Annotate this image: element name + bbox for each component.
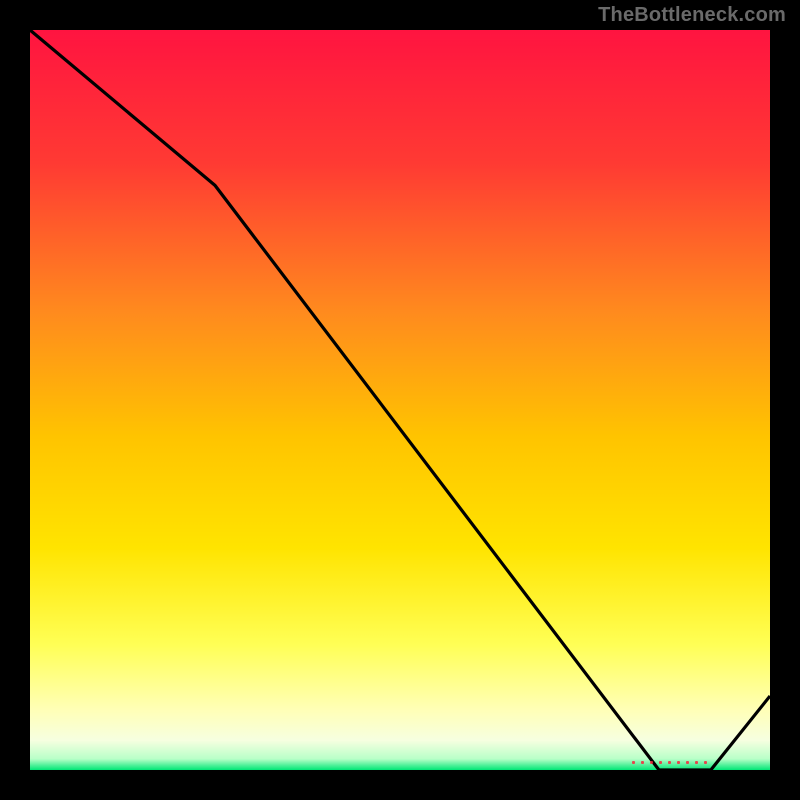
marker-dotted-band	[629, 758, 710, 768]
watermark-text: TheBottleneck.com	[598, 4, 786, 27]
chart-line	[30, 30, 770, 770]
curve-polyline	[30, 30, 770, 770]
